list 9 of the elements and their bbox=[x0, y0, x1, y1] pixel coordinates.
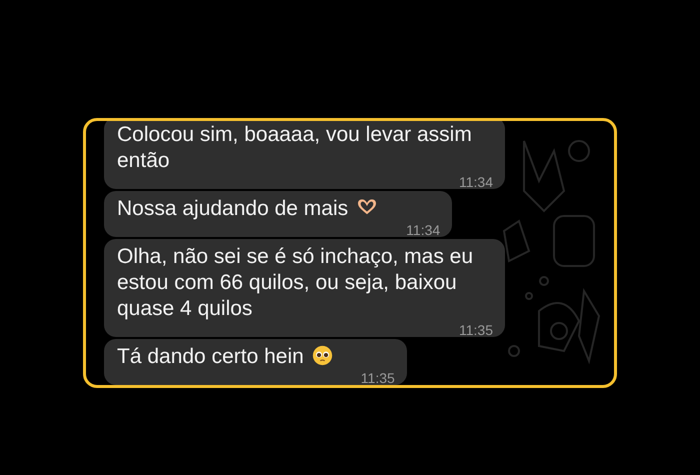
message-time: 11:34 bbox=[459, 175, 493, 189]
message-text: Olha, não sei se é só inchaço, mas eu estou com 66 quilos, ou seja, baixou quase 4 quilos bbox=[117, 245, 474, 320]
message-text: Colocou sim, boaaaa, vou levar assim então bbox=[117, 123, 472, 172]
message-time: 11:35 bbox=[360, 371, 395, 385]
message-text: Nossa ajudando de mais bbox=[117, 197, 348, 220]
message-time: 11:34 bbox=[406, 223, 440, 237]
pleading-face-icon bbox=[312, 345, 333, 366]
message-time: 11:35 bbox=[459, 323, 493, 337]
message-text: Tá dando certo hein bbox=[117, 345, 304, 368]
